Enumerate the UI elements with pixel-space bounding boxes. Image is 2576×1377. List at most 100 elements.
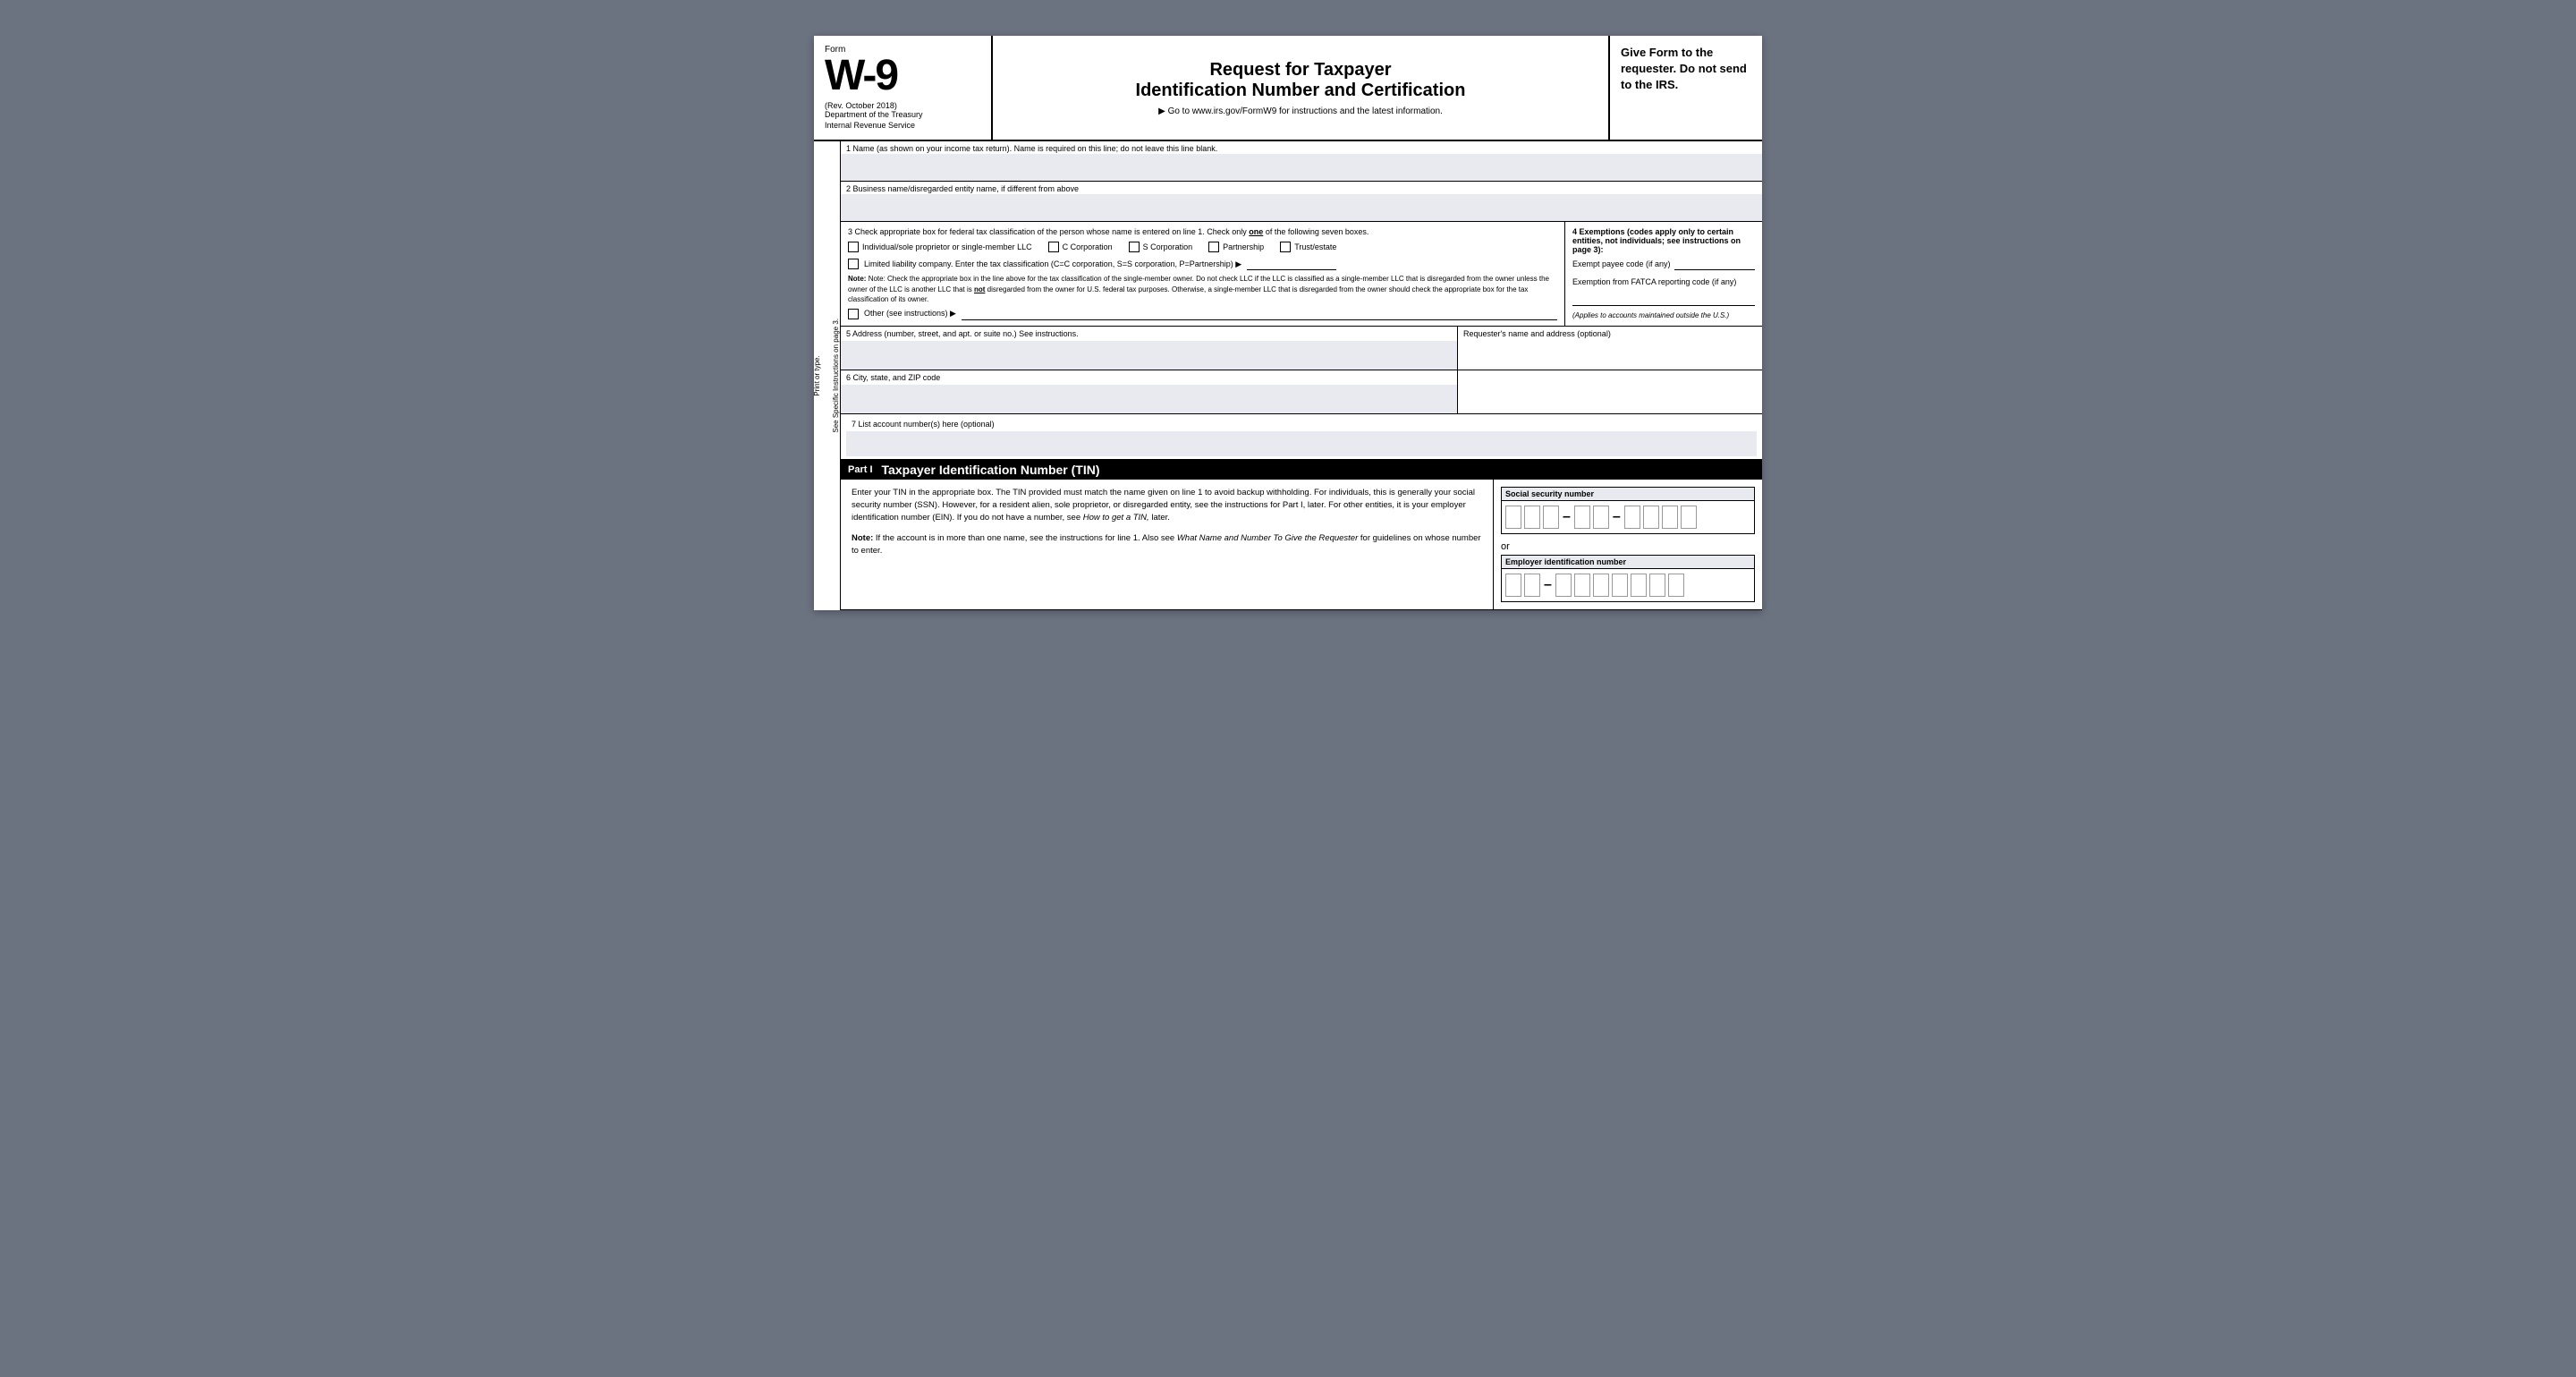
cb-trust: Trust/estate bbox=[1280, 242, 1336, 252]
fatca-input[interactable] bbox=[1572, 293, 1755, 306]
line3-label: 3 Check appropriate box for federal tax … bbox=[848, 227, 1557, 236]
form-fields: 1 Name (as shown on your income tax retu… bbox=[841, 141, 1762, 610]
cb-other-box[interactable] bbox=[848, 309, 859, 319]
ssn-inputs: – – bbox=[1502, 501, 1754, 533]
form-header: Form W-9 (Rev. October 2018) Department … bbox=[814, 36, 1762, 141]
sidebar-text: Print or type. See Specific Instructions… bbox=[813, 319, 841, 433]
cb-individual: Individual/sole proprietor or single-mem… bbox=[848, 242, 1032, 252]
part1-note: Note: If the account is in more than one… bbox=[852, 532, 1482, 558]
form-goto: ▶ Go to www.irs.gov/FormW9 for instructi… bbox=[1011, 106, 1590, 116]
part1-header: Part I Taxpayer Identification Number (T… bbox=[841, 460, 1762, 480]
part1-left: Enter your TIN in the appropriate box. T… bbox=[841, 480, 1494, 609]
ssn-dash1: – bbox=[1563, 509, 1571, 525]
line7-label: 7 List account number(s) here (optional) bbox=[846, 417, 1757, 431]
fatca-note: (Applies to accounts maintained outside … bbox=[1572, 311, 1755, 319]
exempt-payee-input[interactable] bbox=[1674, 258, 1755, 270]
ein-d5[interactable] bbox=[1593, 574, 1609, 597]
cb-partnership-box[interactable] bbox=[1208, 242, 1219, 252]
field-row-1: 1 Name (as shown on your income tax retu… bbox=[841, 141, 1762, 182]
line2-input[interactable] bbox=[841, 194, 1762, 221]
cb-trust-box[interactable] bbox=[1280, 242, 1291, 252]
line5-input[interactable] bbox=[841, 341, 1457, 370]
header-right: Give Form to the requester. Do not send … bbox=[1610, 36, 1762, 140]
ein-label: Employer identification number bbox=[1502, 556, 1754, 569]
line1-label: 1 Name (as shown on your income tax retu… bbox=[841, 141, 1762, 154]
llc-row: Limited liability company. Enter the tax… bbox=[848, 258, 1557, 270]
exemptions-title: 4 Exemptions (codes apply only to certai… bbox=[1572, 227, 1755, 254]
cb-s-corp: S Corporation bbox=[1129, 242, 1193, 252]
cb-s-corp-box[interactable] bbox=[1129, 242, 1140, 252]
line6-label: 6 City, state, and ZIP code bbox=[841, 370, 1457, 385]
other-row: Other (see instructions) ▶ bbox=[848, 308, 1557, 320]
form-rev: (Rev. October 2018) bbox=[825, 101, 980, 110]
ssn-d8[interactable] bbox=[1662, 506, 1678, 529]
ein-d1[interactable] bbox=[1505, 574, 1521, 597]
exempt-payee-field: Exempt payee code (if any) bbox=[1572, 258, 1755, 270]
ssn-d5[interactable] bbox=[1593, 506, 1609, 529]
requester-label: Requester's name and address (optional) bbox=[1458, 327, 1762, 341]
w9-form: Form W-9 (Rev. October 2018) Department … bbox=[814, 36, 1762, 610]
ein-seg2 bbox=[1555, 574, 1684, 597]
line7-input[interactable] bbox=[846, 431, 1757, 456]
ssn-d7[interactable] bbox=[1643, 506, 1659, 529]
part1-badge: Part I bbox=[848, 464, 873, 475]
requester-area-continued bbox=[1458, 370, 1762, 413]
other-input[interactable] bbox=[962, 308, 1557, 320]
or-text: or bbox=[1501, 541, 1755, 552]
part1-content: Enter your TIN in the appropriate box. T… bbox=[841, 480, 1762, 610]
checkboxes-row: Individual/sole proprietor or single-mem… bbox=[848, 242, 1557, 252]
row3-container: 3 Check appropriate box for federal tax … bbox=[841, 222, 1762, 327]
ein-seg1 bbox=[1505, 574, 1540, 597]
ein-d3[interactable] bbox=[1555, 574, 1572, 597]
form-body: Print or type. See Specific Instructions… bbox=[814, 141, 1762, 610]
ssn-d2[interactable] bbox=[1524, 506, 1540, 529]
ein-d9[interactable] bbox=[1668, 574, 1684, 597]
requester-input[interactable] bbox=[1458, 341, 1762, 370]
ein-d7[interactable] bbox=[1631, 574, 1647, 597]
cb-c-corp: C Corporation bbox=[1048, 242, 1113, 252]
address-right-5: Requester's name and address (optional) bbox=[1458, 327, 1762, 370]
cb-partnership: Partnership bbox=[1208, 242, 1264, 252]
ein-dash1: – bbox=[1544, 577, 1552, 593]
part1-body: Enter your TIN in the appropriate box. T… bbox=[852, 487, 1482, 525]
ein-inputs: – bbox=[1502, 569, 1754, 601]
ssn-d1[interactable] bbox=[1505, 506, 1521, 529]
ssn-label: Social security number bbox=[1502, 488, 1754, 501]
cb-individual-box[interactable] bbox=[848, 242, 859, 252]
field-row-2: 2 Business name/disregarded entity name,… bbox=[841, 182, 1762, 222]
ssn-d4[interactable] bbox=[1574, 506, 1590, 529]
part1-right: Social security number – bbox=[1494, 480, 1762, 609]
header-center: Request for Taxpayer Identification Numb… bbox=[993, 36, 1610, 140]
header-left: Form W-9 (Rev. October 2018) Department … bbox=[814, 36, 993, 140]
ssn-seg2 bbox=[1574, 506, 1609, 529]
form-title1: Request for Taxpayer bbox=[1011, 60, 1590, 81]
form-number: W-9 bbox=[825, 55, 980, 98]
line6-input[interactable] bbox=[841, 385, 1457, 413]
ssn-dash2: – bbox=[1613, 509, 1621, 525]
address-row-5: 5 Address (number, street, and apt. or s… bbox=[841, 327, 1762, 370]
address-row-6: 6 City, state, and ZIP code bbox=[841, 370, 1762, 414]
row3-left: 3 Check appropriate box for federal tax … bbox=[841, 222, 1565, 326]
city-left: 6 City, state, and ZIP code bbox=[841, 370, 1458, 413]
ssn-d9[interactable] bbox=[1681, 506, 1697, 529]
ein-d4[interactable] bbox=[1574, 574, 1590, 597]
llc-note: Note: Note: Check the appropriate box in… bbox=[848, 274, 1557, 304]
cb-llc-box[interactable] bbox=[848, 259, 859, 269]
exemptions-panel: 4 Exemptions (codes apply only to certai… bbox=[1565, 222, 1762, 326]
ein-d6[interactable] bbox=[1612, 574, 1628, 597]
ein-d8[interactable] bbox=[1649, 574, 1665, 597]
ssn-d6[interactable] bbox=[1624, 506, 1640, 529]
city-right bbox=[1458, 370, 1762, 413]
address-left-5: 5 Address (number, street, and apt. or s… bbox=[841, 327, 1458, 370]
form-sidebar: Print or type. See Specific Instructions… bbox=[814, 141, 841, 610]
cb-c-corp-box[interactable] bbox=[1048, 242, 1059, 252]
account-row-7: 7 List account number(s) here (optional) bbox=[841, 414, 1762, 460]
ein-d2[interactable] bbox=[1524, 574, 1540, 597]
line5-label: 5 Address (number, street, and apt. or s… bbox=[841, 327, 1457, 341]
ssn-d3[interactable] bbox=[1543, 506, 1559, 529]
ssn-box: Social security number – bbox=[1501, 487, 1755, 534]
form-title2: Identification Number and Certification bbox=[1011, 81, 1590, 101]
form-dept: Department of the Treasury Internal Reve… bbox=[825, 110, 980, 131]
llc-classification-input[interactable] bbox=[1247, 258, 1336, 270]
line1-input[interactable] bbox=[841, 154, 1762, 181]
